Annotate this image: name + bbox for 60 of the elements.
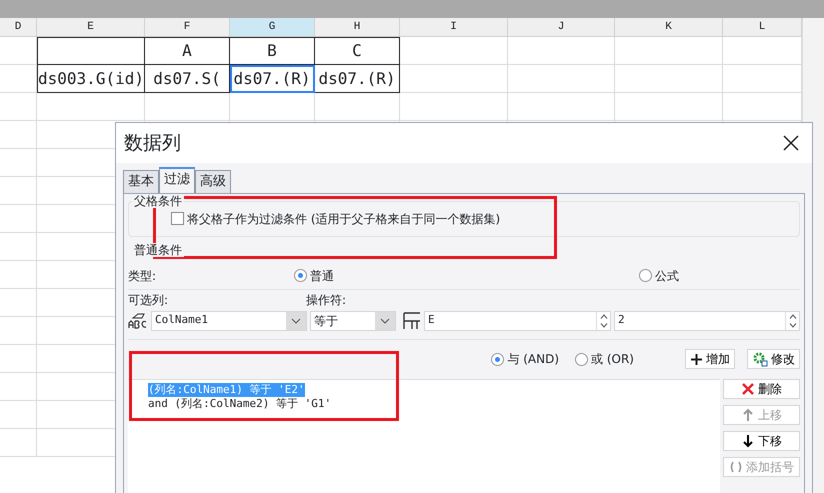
radio-label: 公式 [655,268,680,284]
gear-icon [752,351,768,367]
checkbox-label: 将父格子作为过滤条件 (适用于父子格来自于同一个数据集) [187,210,500,228]
group-title: 父格条件 [132,194,184,208]
window-title: 数据列 [124,130,181,156]
add-button[interactable]: 增加 [685,349,735,369]
chevron-up-icon[interactable] [788,314,796,318]
table-cell[interactable]: ds003.G(id) [37,65,145,93]
chevron-down-icon [291,318,301,324]
close-icon[interactable] [782,134,800,152]
table-cell[interactable] [37,37,145,65]
column-header[interactable]: D [0,18,37,37]
list-button[interactable]: 下移 [723,430,800,450]
radio-label: 普通 [310,268,334,284]
up-arrow-icon [741,408,755,422]
column-header[interactable]: J [508,18,615,37]
table-cell[interactable]: A [145,37,230,65]
column-header[interactable]: G [230,18,315,37]
column-header[interactable]: H [315,18,400,37]
checkbox[interactable] [171,212,184,225]
column-header[interactable]: K [615,18,723,37]
table-cell[interactable]: ds07.S( [145,65,230,93]
group-title: 普通条件 [132,242,184,256]
condition-item[interactable]: and (列名:ColName2) 等于 'G1' [148,396,332,410]
radio-button[interactable] [639,269,652,282]
field-label: 可选列: [128,292,168,309]
list-button[interactable]: 删除 [723,378,800,398]
radio-button[interactable] [491,352,504,366]
column-header[interactable]: L [723,18,802,37]
table-cell[interactable]: ds07.(R) [230,65,315,93]
tab[interactable]: 高级 [195,170,231,192]
table-cell[interactable]: ds07.(R) [315,65,400,93]
value-field[interactable]: E [424,310,611,330]
plus-icon [690,352,703,366]
column-dropdown[interactable]: ColName1 [151,310,307,330]
radio-label: 与 (AND) [507,351,560,368]
chevron-up-icon[interactable] [600,314,608,318]
edit-button[interactable]: 修改 [747,349,800,369]
column-header[interactable]: E [37,18,145,37]
tab[interactable]: 过滤 [159,167,195,192]
radio-label: 或 (OR) [591,351,634,368]
field-label: 操作符: [306,292,346,309]
column-header[interactable]: F [145,18,230,37]
table-cell[interactable]: C [315,37,400,65]
chevron-down-icon[interactable] [600,322,608,328]
grid-icon[interactable] [403,312,421,330]
value-field[interactable]: 2 [614,310,800,330]
radio-button[interactable] [575,352,588,366]
tab[interactable]: 基本 [123,170,159,192]
column-header[interactable]: I [400,18,508,37]
table-cell[interactable]: B [230,37,315,65]
chevron-down-icon [380,318,390,324]
radio-button[interactable] [294,269,308,282]
operator-dropdown[interactable]: 等于 [310,310,396,330]
text-column-icon [128,312,148,330]
field-label: 类型: [128,268,156,284]
chevron-down-icon[interactable] [788,322,796,328]
parentheses-icon [729,460,743,474]
down-arrow-icon [741,434,755,448]
close-icon [741,382,755,396]
